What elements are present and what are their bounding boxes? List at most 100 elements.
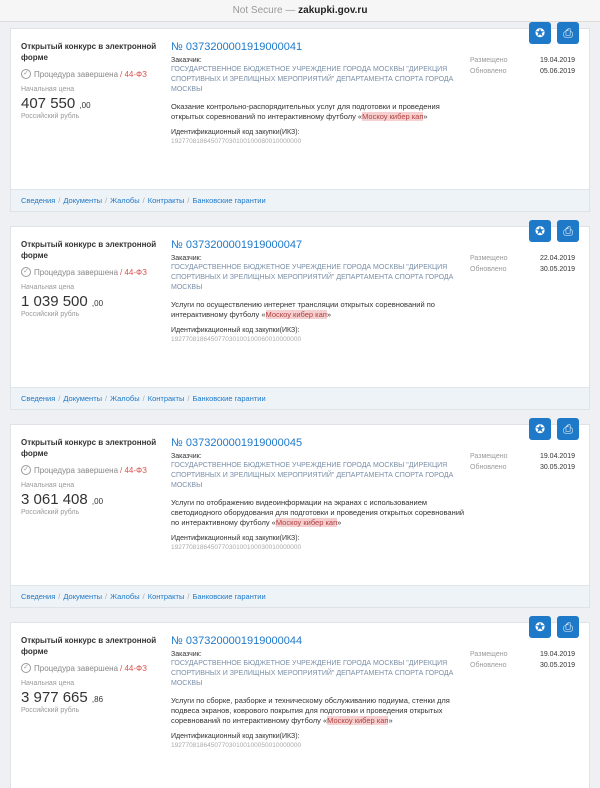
currency-label: Российский рубль	[21, 311, 80, 318]
updated-row: Обновлено 30.05.2019	[470, 662, 575, 669]
customer-name-link[interactable]: ГОСУДАРСТВЕННОЕ БЮДЖЕТНОЕ УЧРЕЖДЕНИЕ ГОР…	[171, 65, 471, 95]
host-label: zakupki.gov.ru	[298, 5, 368, 16]
print-icon[interactable]: ⎙	[557, 220, 579, 242]
card-details: № 0373200001919000044 Заказчик: ГОСУДАРС…	[171, 635, 471, 749]
tab-link[interactable]: Банковские гарантии	[192, 196, 265, 205]
price-cents: ,86	[91, 695, 104, 704]
customer-label: Заказчик:	[171, 255, 202, 262]
procurement-number-link[interactable]: № 0373200001919000045	[171, 437, 471, 449]
tab-link[interactable]: Контракты	[148, 592, 185, 601]
check-icon: ✓	[21, 69, 31, 79]
card-summary: Открытый конкурс в электронной форме ✓ П…	[21, 437, 161, 516]
tab-separator: /	[105, 196, 108, 205]
procurement-number-link[interactable]: № 0373200001919000044	[171, 635, 471, 647]
ikz-value: 192770818645077030100100060010000000	[171, 336, 302, 343]
law-badge: / 44-ФЗ	[120, 267, 147, 277]
currency-label: Российский рубль	[21, 113, 80, 120]
status-text: Процедура завершена	[34, 69, 119, 79]
tab-link[interactable]: Банковские гарантии	[192, 394, 265, 403]
tab-link[interactable]: Контракты	[148, 196, 185, 205]
print-icon[interactable]: ⎙	[557, 418, 579, 440]
status-row: ✓ Процедура завершена / 44-ФЗ	[21, 69, 161, 79]
print-icon[interactable]: ⎙	[557, 22, 579, 44]
tab-separator: /	[187, 196, 190, 205]
procedure-type: Открытый конкурс в электронной форме	[21, 636, 157, 656]
price-cents: ,00	[91, 299, 104, 308]
tab-separator: /	[142, 394, 145, 403]
check-icon: ✓	[21, 663, 31, 673]
dates-block: Размещено 19.04.2019 Обновлено 30.05.2019	[470, 649, 575, 671]
ikz-value: 192770818645077030100100080010000000	[171, 138, 302, 145]
browser-address-bar[interactable]: Not Secure — zakupki.gov.ru	[0, 0, 600, 22]
procurement-description: Услуги по отображению видеоинформации на…	[171, 498, 465, 527]
price-label: Начальная цена	[21, 284, 75, 291]
posted-row: Размещено 19.04.2019	[470, 453, 575, 460]
customer-name-link[interactable]: ГОСУДАРСТВЕННОЕ БЮДЖЕТНОЕ УЧРЕЖДЕНИЕ ГОР…	[171, 659, 471, 689]
tab-link[interactable]: Сведения	[21, 592, 55, 601]
card-actions: ✪ ⎙	[529, 418, 579, 440]
card-body: Открытый конкурс в электронной форме ✓ П…	[11, 418, 589, 585]
award-icon[interactable]: ✪	[529, 616, 551, 638]
law-badge: / 44-ФЗ	[120, 663, 147, 673]
procurement-number-link[interactable]: № 0373200001919000041	[171, 41, 471, 53]
price-amount: 407 550	[21, 95, 76, 112]
card-summary: Открытый конкурс в электронной форме ✓ П…	[21, 239, 161, 318]
tab-link[interactable]: Документы	[63, 394, 102, 403]
customer-name-link[interactable]: ГОСУДАРСТВЕННОЕ БЮДЖЕТНОЕ УЧРЕЖДЕНИЕ ГОР…	[171, 461, 471, 491]
tab-separator: /	[187, 592, 190, 601]
ikz-label: Идентификационный код закупки(ИКЗ):	[171, 129, 300, 136]
card-actions: ✪ ⎙	[529, 22, 579, 44]
tab-link[interactable]: Документы	[63, 592, 102, 601]
tab-separator: /	[105, 394, 108, 403]
award-icon[interactable]: ✪	[529, 220, 551, 242]
status-text: Процедура завершена	[34, 267, 119, 277]
price-cents: ,00	[79, 101, 91, 110]
tab-link[interactable]: Жалобы	[110, 592, 140, 601]
card-details: № 0373200001919000045 Заказчик: ГОСУДАРС…	[171, 437, 471, 551]
check-icon: ✓	[21, 465, 31, 475]
tab-link[interactable]: Жалобы	[110, 196, 140, 205]
tab-link[interactable]: Сведения	[21, 196, 55, 205]
tab-link[interactable]: Жалобы	[110, 394, 140, 403]
price-amount: 3 061 408	[21, 491, 88, 508]
ikz-value: 192770818645077030100100050010000000	[171, 742, 302, 749]
card-actions: ✪ ⎙	[529, 616, 579, 638]
award-icon[interactable]: ✪	[529, 418, 551, 440]
procurement-number-link[interactable]: № 0373200001919000047	[171, 239, 471, 251]
tab-link[interactable]: Документы	[63, 196, 102, 205]
tab-separator: /	[58, 592, 61, 601]
card-body: Открытый конкурс в электронной форме ✓ П…	[11, 220, 589, 387]
card-tabs: Сведения / Документы / Жалобы / Контракты / Банк…	[11, 585, 589, 607]
ikz-label: Идентификационный код закупки(ИКЗ):	[171, 535, 300, 542]
procedure-type: Открытый конкурс в электронной форме	[21, 240, 157, 260]
award-icon[interactable]: ✪	[529, 22, 551, 44]
status-text: Процедура завершена	[34, 465, 119, 475]
updated-row: Обновлено 05.06.2019	[470, 68, 575, 75]
posted-row: Размещено 22.04.2019	[470, 255, 575, 262]
customer-name-link[interactable]: ГОСУДАРСТВЕННОЕ БЮДЖЕТНОЕ УЧРЕЖДЕНИЕ ГОР…	[171, 263, 471, 293]
card-actions: ✪ ⎙	[529, 220, 579, 242]
tab-link[interactable]: Банковские гарантии	[192, 592, 265, 601]
price-amount: 1 039 500	[21, 293, 88, 310]
card-summary: Открытый конкурс в электронной форме ✓ П…	[21, 41, 161, 120]
customer-label: Заказчик:	[171, 57, 202, 64]
card-body: Открытый конкурс в электронной форме ✓ П…	[11, 22, 589, 189]
check-icon: ✓	[21, 267, 31, 277]
tab-link[interactable]: Контракты	[148, 394, 185, 403]
print-icon[interactable]: ⎙	[557, 616, 579, 638]
price-value: 1 039 500 ,00	[21, 293, 161, 310]
card-summary: Открытый конкурс в электронной форме ✓ П…	[21, 635, 161, 714]
procurement-description: Услуги по сборке, разборке и техническом…	[171, 696, 450, 725]
tab-separator: /	[142, 592, 145, 601]
tab-link[interactable]: Сведения	[21, 394, 55, 403]
law-badge: / 44-ФЗ	[120, 69, 147, 79]
procurement-card: Открытый конкурс в электронной форме ✓ П…	[10, 616, 590, 788]
highlight-text: Москоу кибер кап	[265, 310, 327, 319]
tab-separator: /	[142, 196, 145, 205]
price-label: Начальная цена	[21, 482, 75, 489]
procurement-card: Открытый конкурс в электронной форме ✓ П…	[10, 418, 590, 608]
status-text: Процедура завершена	[34, 663, 119, 673]
ikz-label: Идентификационный код закупки(ИКЗ):	[171, 733, 300, 740]
highlight-text: Москоу кибер кап	[362, 112, 424, 121]
customer-label: Заказчик:	[171, 651, 202, 658]
